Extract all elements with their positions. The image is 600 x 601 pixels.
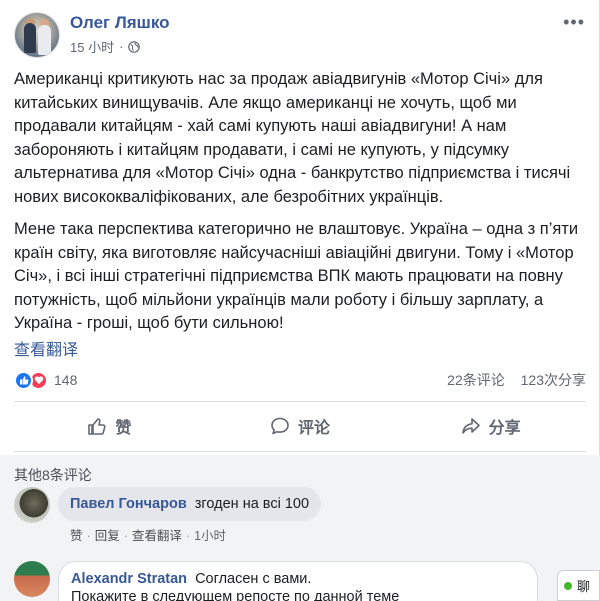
comment-body: Павел Гончаров згоден на всі 100 赞 · 回复 · 查看… bbox=[58, 487, 322, 544]
share-button-label: 分享 bbox=[488, 420, 521, 437]
commenter-name[interactable]: Павел Гончаров bbox=[70, 496, 187, 512]
author-name[interactable]: Олег Ляшко bbox=[70, 13, 170, 33]
share-icon bbox=[461, 418, 480, 434]
reactions-bar: 148 22条评论 123次分享 bbox=[14, 369, 586, 391]
like-button[interactable]: 赞 bbox=[14, 404, 205, 448]
comment-bubble: Alexandr Stratan Согласен с вами. Покажи… bbox=[58, 561, 538, 601]
comment-text: Покажите в следующем репосте по данной т… bbox=[71, 589, 400, 601]
thumbs-up-icon bbox=[88, 418, 106, 435]
post-paragraph: Американці критикують нас за продаж авіа… bbox=[14, 70, 571, 206]
chat-label: 聊 bbox=[577, 579, 591, 594]
comment-count-link[interactable]: 22条评论 bbox=[447, 372, 505, 388]
comment-item: Alexandr Stratan Согласен с вами. Покажи… bbox=[14, 561, 538, 601]
separator: · bbox=[123, 529, 128, 543]
author-avatar[interactable] bbox=[14, 12, 60, 58]
reaction-count[interactable]: 148 bbox=[54, 372, 77, 388]
post-time-row: 15 小时 · bbox=[70, 37, 170, 56]
comment-button-label: 评论 bbox=[298, 420, 331, 437]
comment-like-link[interactable]: 赞 bbox=[70, 529, 83, 543]
comment-text: Согласен с вами. bbox=[195, 571, 312, 587]
separator: · bbox=[86, 529, 91, 543]
comment-bubble: Павел Гончаров згоден на всі 100 bbox=[58, 487, 322, 521]
globe-icon[interactable] bbox=[128, 40, 141, 53]
more-options-icon[interactable]: ••• bbox=[563, 12, 585, 33]
post-timestamp[interactable]: 15 小时 bbox=[70, 37, 114, 56]
share-button[interactable]: 分享 bbox=[395, 404, 586, 448]
see-translation-link[interactable]: 查看翻译 bbox=[14, 336, 78, 360]
engagement-counts: 22条评论 123次分享 bbox=[447, 370, 586, 390]
comments-section: 其他8条评论 Павел Гончаров згоден на всі 100 … bbox=[0, 455, 600, 601]
post-body: Американці критикують нас за продаж авіа… bbox=[14, 68, 586, 345]
post-meta: Олег Ляшко 15 小时 · bbox=[70, 13, 170, 56]
comment-reply-link[interactable]: 回复 bbox=[95, 529, 120, 543]
comment-icon bbox=[271, 417, 289, 435]
commenter-avatar[interactable] bbox=[14, 487, 50, 523]
view-more-comments-link[interactable]: 其他8条评论 bbox=[14, 465, 92, 485]
comment-time[interactable]: 1小时 bbox=[194, 529, 226, 543]
share-count-link[interactable]: 123次分享 bbox=[521, 372, 586, 388]
post-actions: 赞 评论 分享 bbox=[14, 404, 586, 448]
commenter-avatar[interactable] bbox=[14, 561, 50, 597]
post-header: Олег Ляшко 15 小时 · bbox=[14, 12, 170, 58]
comment-button[interactable]: 评论 bbox=[205, 404, 396, 448]
like-reaction-icon bbox=[14, 370, 33, 390]
time-separator: · bbox=[119, 39, 124, 54]
divider bbox=[14, 401, 586, 402]
divider bbox=[14, 451, 586, 452]
comment-actions: 赞 · 回复 · 查看翻译 · 1小时 bbox=[70, 525, 321, 544]
facebook-post: Олег Ляшко 15 小时 · ••• Американці критик… bbox=[0, 0, 600, 601]
comment-body: Alexandr Stratan Согласен с вами. Покажи… bbox=[58, 561, 538, 601]
comment-translate-link[interactable]: 查看翻译 bbox=[132, 529, 182, 543]
comment-text: згоден на всі 100 bbox=[194, 496, 310, 512]
reaction-icons[interactable] bbox=[14, 370, 48, 390]
post-paragraph: Мене така перспектива категорично не вла… bbox=[14, 220, 579, 332]
online-status-icon bbox=[564, 581, 572, 590]
commenter-name[interactable]: Alexandr Stratan bbox=[71, 571, 187, 587]
like-button-label: 赞 bbox=[115, 420, 132, 437]
separator: · bbox=[185, 529, 191, 543]
comment-item: Павел Гончаров згоден на всі 100 赞 · 回复 · 查看… bbox=[14, 487, 322, 544]
chat-tab[interactable]: 聊 bbox=[557, 570, 600, 601]
